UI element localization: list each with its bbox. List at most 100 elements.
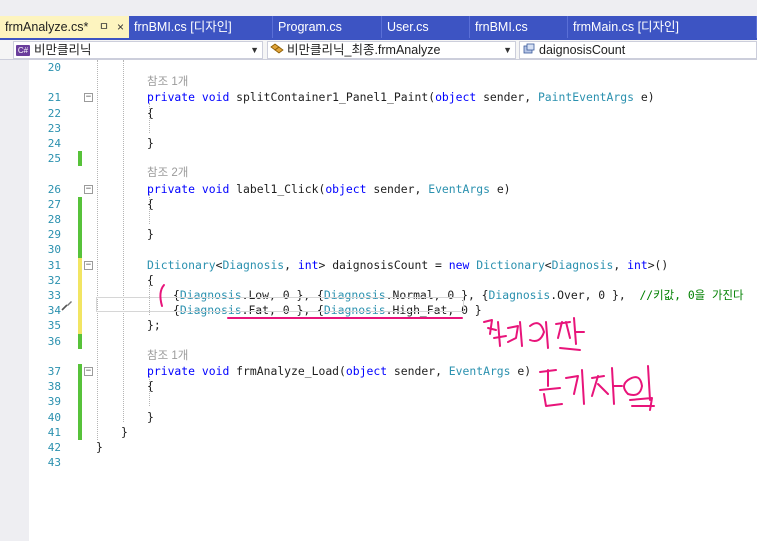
indent-guide (149, 194, 150, 224)
saved-change-marker (78, 333, 82, 349)
tab-label: User.cs (387, 20, 429, 34)
code-line[interactable]: 37 − private void frmAnalyze_Load(object s… (0, 364, 757, 380)
field-icon (522, 43, 536, 58)
code-line[interactable]: 25 (0, 151, 757, 167)
chevron-down-icon: ▼ (503, 45, 512, 55)
saved-change-marker (78, 227, 82, 243)
unsaved-change-marker (78, 318, 82, 334)
line-number: 28 (47, 213, 61, 226)
code-line[interactable]: 28 (0, 212, 757, 228)
member-name: daignosisCount (539, 43, 626, 57)
tab-label: frmAnalyze.cs* (5, 20, 89, 34)
tab-label: frnBMI.cs [디자인] (134, 20, 232, 34)
csharp-project-icon: C# (16, 45, 30, 57)
code-editor[interactable]: 20 참조 1개 21 − private void splitContainer1_P… (0, 60, 757, 541)
codelens-reference[interactable]: 참조 2개 (0, 166, 757, 181)
navigation-bar: C# 비만클리닉 ▼ 비만클리닉_최종.frmAnalyze ▼ daignosi… (0, 40, 757, 60)
code-line[interactable]: 26 − private void label1_Click(object send… (0, 182, 757, 197)
code-line[interactable]: 21 − private void splitContainer1_Panel1_P… (0, 90, 757, 105)
collapse-icon[interactable]: − (84, 93, 93, 103)
unsaved-change-marker (78, 257, 82, 273)
code-line[interactable]: 42} (0, 440, 757, 455)
code-line[interactable]: 30 (0, 242, 757, 258)
saved-change-marker (78, 394, 82, 410)
line-number: 34 (47, 304, 61, 318)
code-text: } (96, 440, 103, 454)
saved-change-marker (78, 242, 82, 258)
code-line[interactable]: 29} (0, 227, 757, 243)
saved-change-marker (78, 424, 82, 440)
tab-frmanalyze-cs[interactable]: frmAnalyze.cs* ㅁ × (0, 16, 129, 38)
saved-change-marker (78, 409, 82, 425)
line-number: 30 (47, 243, 61, 257)
code-line[interactable]: 20 (0, 60, 757, 75)
code-text: } (147, 136, 154, 150)
code-text: } (121, 424, 128, 439)
chevron-down-icon: ▼ (250, 45, 259, 55)
line-number: 35 (47, 319, 61, 333)
indent-guide (149, 103, 150, 133)
document-tab-well: frmAnalyze.cs* ㅁ × frnBMI.cs [디자인] Progr… (0, 0, 757, 38)
tab-well-top (0, 0, 757, 16)
code-line[interactable]: 36 (0, 333, 757, 349)
unsaved-change-marker (78, 303, 82, 319)
tab-label: frmMain.cs [디자인] (573, 20, 680, 34)
reference-count-label[interactable]: 참조 1개 (147, 75, 188, 90)
code-line[interactable]: 35}; (0, 318, 757, 334)
saved-change-marker (78, 364, 82, 380)
screwdriver-icon[interactable] (61, 299, 73, 314)
codelens-reference[interactable]: 참조 1개 (0, 75, 757, 90)
code-text: } (147, 409, 154, 424)
project-name: 비만클리닉 (34, 43, 92, 57)
line-number: 41 (47, 425, 61, 439)
line-number: 40 (47, 410, 61, 424)
reference-count-label[interactable]: 참조 2개 (147, 166, 188, 181)
line-number: 36 (47, 334, 61, 348)
code-line[interactable]: 43 (0, 455, 757, 470)
code-line[interactable]: 39 (0, 394, 757, 410)
reference-count-label[interactable]: 참조 1개 (147, 349, 188, 364)
unsaved-change-marker (78, 272, 82, 288)
line-number: 22 (47, 106, 61, 120)
saved-change-marker (78, 151, 82, 167)
line-number: 29 (47, 228, 61, 242)
tab-frnbmi-cs[interactable]: frnBMI.cs (470, 16, 568, 38)
code-line[interactable]: 24} (0, 136, 757, 151)
codelens-reference[interactable]: 참조 1개 (0, 349, 757, 364)
line-number: 21 (47, 91, 61, 105)
code-line[interactable]: 38{ (0, 379, 757, 395)
line-number: 20 (47, 61, 61, 74)
line-number: 31 (47, 258, 61, 272)
member-dropdown[interactable]: daignosisCount (519, 41, 757, 59)
tab-frmmain-designer[interactable]: frmMain.cs [디자인] (568, 16, 757, 38)
tab-label: Program.cs (278, 20, 342, 34)
pin-icon[interactable]: ㅁ (99, 16, 109, 38)
indent-guide (123, 60, 124, 422)
code-line[interactable]: 32{ (0, 272, 757, 288)
code-line[interactable]: 31 − Dictionary<Diagnosis, int> daignosisC… (0, 257, 757, 273)
code-line[interactable]: 27{ (0, 196, 757, 212)
line-number: 23 (47, 121, 61, 135)
code-line[interactable]: 40} (0, 409, 757, 425)
code-line[interactable]: 41} (0, 424, 757, 440)
code-line[interactable]: 22{ (0, 106, 757, 121)
collapse-icon[interactable]: − (84, 260, 93, 270)
line-number: 37 (47, 365, 61, 378)
tab-frnbmi-designer[interactable]: frnBMI.cs [디자인] (129, 16, 273, 38)
line-number: 32 (47, 273, 61, 287)
close-icon[interactable]: × (117, 16, 124, 38)
code-text: } (147, 227, 154, 242)
project-dropdown[interactable]: C# 비만클리닉 ▼ (13, 41, 263, 59)
tab-label: frnBMI.cs (475, 20, 528, 34)
code-line[interactable]: 23 (0, 121, 757, 136)
tab-program-cs[interactable]: Program.cs (273, 16, 382, 38)
class-name: 비만클리닉_최종.frmAnalyze (287, 43, 441, 57)
tab-row: frmAnalyze.cs* ㅁ × frnBMI.cs [디자인] Progr… (0, 16, 757, 38)
line-number: 33 (47, 289, 61, 302)
code-text: Dictionary<Diagnosis, int> daignosisCoun… (147, 257, 669, 272)
tab-user-cs[interactable]: User.cs (382, 16, 470, 38)
current-line-highlight (96, 297, 464, 312)
collapse-icon[interactable]: − (84, 184, 93, 194)
class-dropdown[interactable]: 비만클리닉_최종.frmAnalyze ▼ (267, 41, 516, 59)
collapse-icon[interactable]: − (84, 367, 93, 376)
